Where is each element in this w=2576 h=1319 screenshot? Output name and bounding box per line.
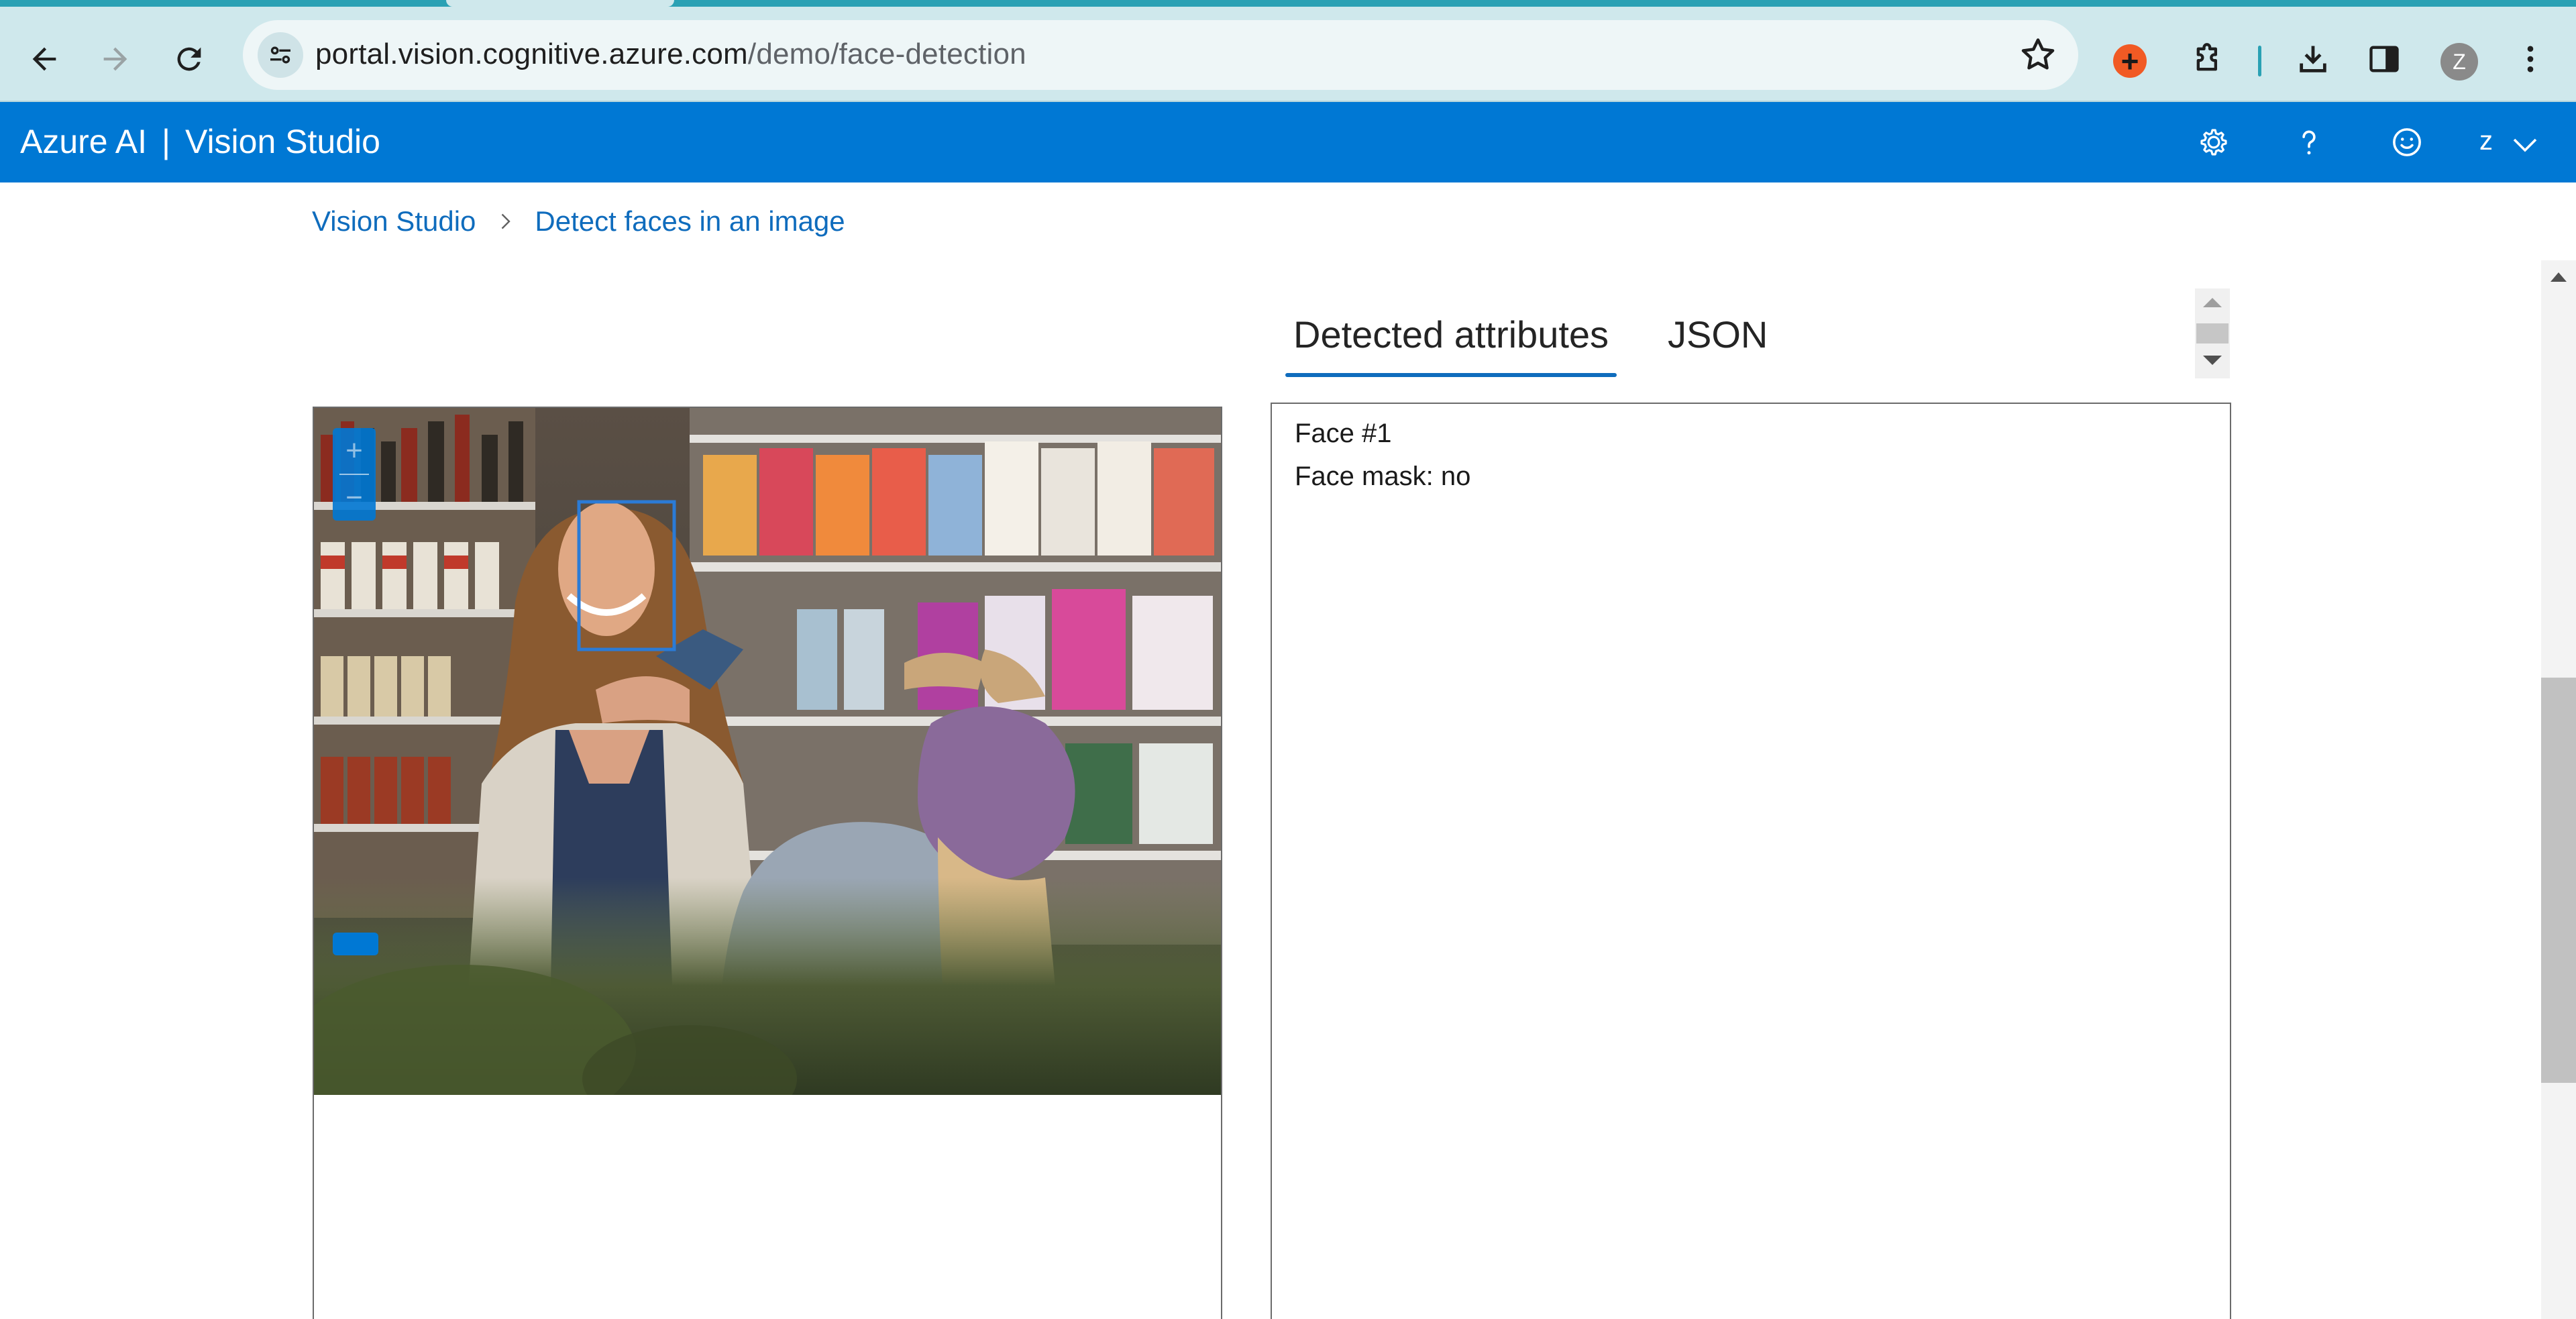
- forward-icon[interactable]: [87, 31, 144, 87]
- page-scrollbar[interactable]: [2541, 260, 2576, 1319]
- chevron-down-icon[interactable]: [2509, 129, 2541, 161]
- bookmark-star-icon[interactable]: [2018, 35, 2058, 75]
- tab-detected-attributes[interactable]: Detected attributes: [1293, 313, 1609, 356]
- help-question-icon[interactable]: [2286, 119, 2332, 165]
- side-panel-icon[interactable]: [2356, 31, 2412, 87]
- title-separator: |: [162, 123, 170, 160]
- browser-toolbar: portal.vision.cognitive.azure.com/demo/f…: [0, 7, 2576, 102]
- toolbar-divider: [2258, 46, 2261, 76]
- app-header: Azure AI | Vision Studio z: [0, 102, 2576, 182]
- scroll-up-arrow-icon[interactable]: [2551, 272, 2567, 282]
- viewer-toggle-button[interactable]: [333, 933, 378, 955]
- active-tab-indicator: [1285, 373, 1617, 377]
- tabs-scrollbar[interactable]: [2195, 288, 2230, 378]
- detected-attributes-panel: Face #1 Face mask: no: [1271, 403, 2231, 1319]
- url-path: /demo/face-detection: [747, 38, 1026, 70]
- page-scroll-thumb[interactable]: [2541, 678, 2576, 1083]
- url-text[interactable]: portal.vision.cognitive.azure.com/demo/f…: [315, 38, 1026, 71]
- tab-strip: [0, 0, 2576, 7]
- tab-json[interactable]: JSON: [1668, 313, 1768, 356]
- scroll-up-arrow-icon[interactable]: [2203, 298, 2222, 307]
- scroll-thumb[interactable]: [2196, 323, 2229, 344]
- site-info-icon[interactable]: [258, 32, 303, 78]
- face-mask-value: Face mask: no: [1295, 462, 1471, 491]
- breadcrumb-vision-studio[interactable]: Vision Studio: [312, 205, 476, 238]
- product-name: Vision Studio: [185, 123, 380, 160]
- app-title[interactable]: Azure AI | Vision Studio: [20, 122, 380, 161]
- feedback-smiley-icon[interactable]: [2384, 119, 2430, 165]
- chevron-right-icon: [502, 213, 511, 229]
- zoom-control: + −: [333, 428, 376, 521]
- settings-gear-icon[interactable]: [2191, 119, 2237, 165]
- user-initial[interactable]: z: [2479, 126, 2493, 156]
- breadcrumb-current[interactable]: Detect faces in an image: [535, 205, 845, 238]
- extension-red-icon[interactable]: +: [2113, 44, 2147, 78]
- zoom-in-button[interactable]: +: [333, 428, 376, 474]
- profile-avatar[interactable]: Z: [2440, 43, 2478, 81]
- face-label: Face #1: [1295, 419, 1392, 448]
- downloads-icon[interactable]: [2285, 31, 2341, 87]
- zoom-out-button[interactable]: −: [333, 475, 376, 521]
- menu-kebab-icon[interactable]: [2502, 31, 2559, 87]
- breadcrumb: Vision Studio Detect faces in an image: [312, 205, 845, 238]
- grocery-photo[interactable]: [314, 408, 1221, 1095]
- image-viewer: + −: [313, 407, 1222, 1319]
- brand-name: Azure AI: [20, 123, 147, 160]
- scroll-down-arrow-icon[interactable]: [2203, 356, 2222, 365]
- address-bar[interactable]: portal.vision.cognitive.azure.com/demo/f…: [243, 20, 2078, 90]
- extensions-puzzle-icon[interactable]: [2180, 31, 2237, 87]
- reload-icon[interactable]: [161, 31, 217, 87]
- back-icon[interactable]: [16, 31, 72, 87]
- profile-initial: Z: [2453, 49, 2466, 74]
- url-host: portal.vision.cognitive.azure.com: [315, 38, 748, 70]
